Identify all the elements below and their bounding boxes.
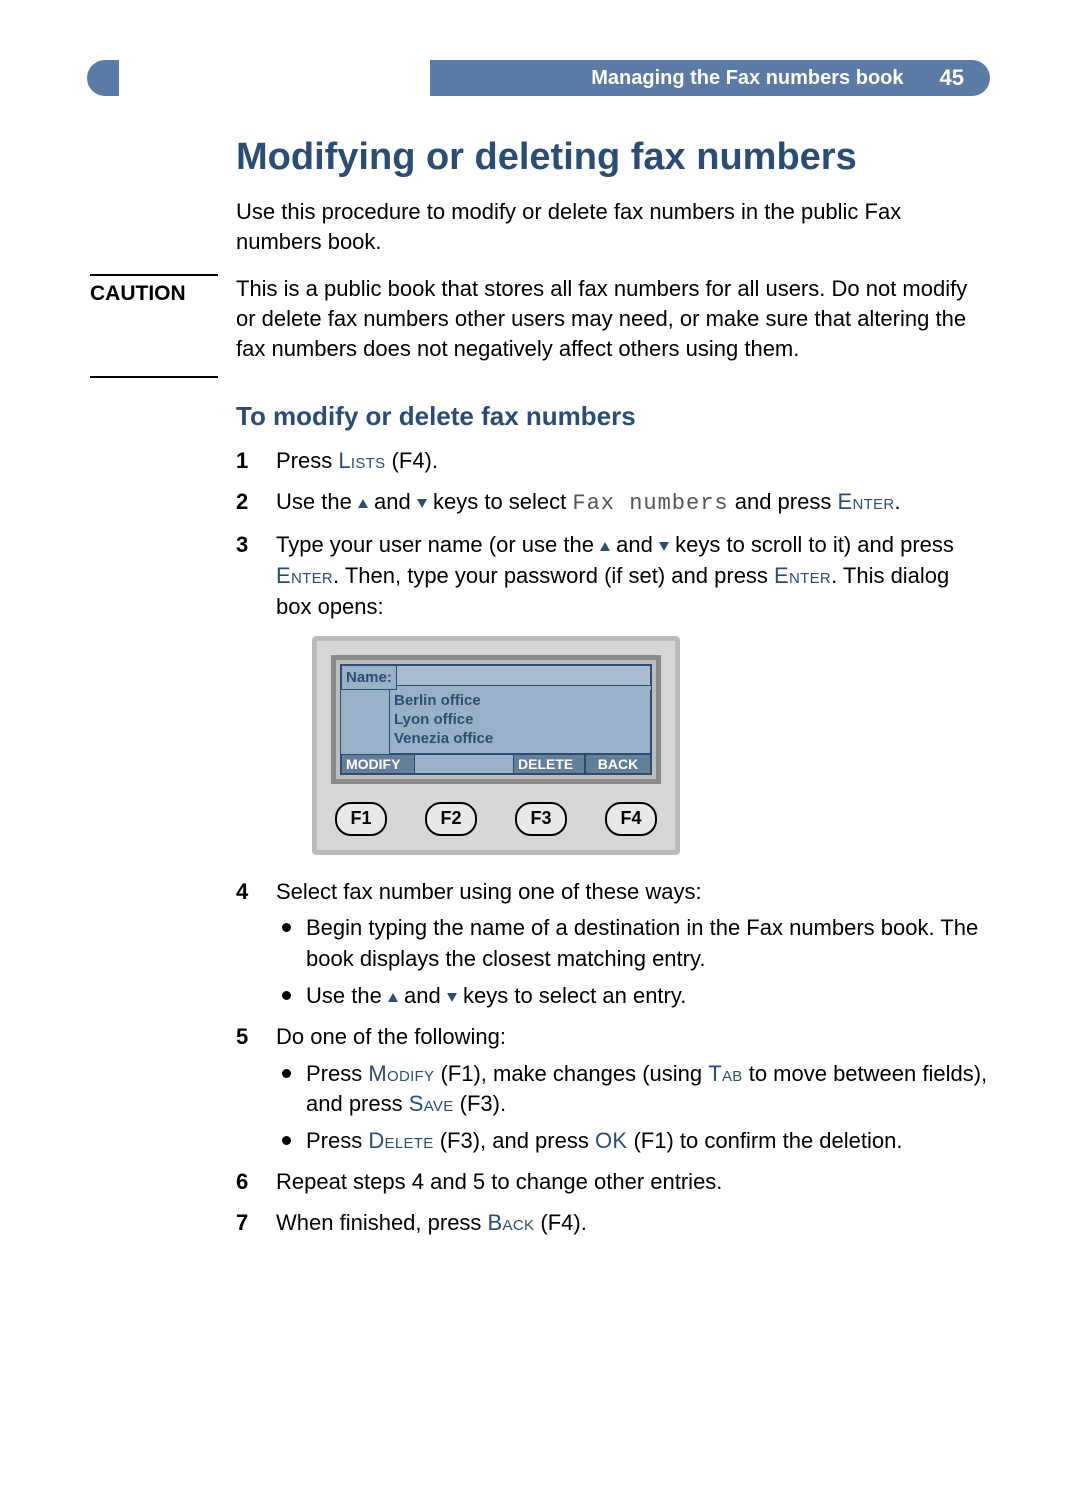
f4-button[interactable]: F4 — [605, 802, 657, 836]
key-delete: Delete — [368, 1128, 433, 1153]
step-number: 2 — [236, 487, 266, 518]
sublist-item: Begin typing the name of a destination i… — [276, 913, 990, 975]
procedure-heading: To modify or delete fax numbers — [236, 401, 990, 432]
list-item[interactable]: Lyon office — [394, 711, 646, 730]
step-number: 6 — [236, 1167, 266, 1198]
screen-bezel: Name: Berlin office Lyon office Venezia … — [331, 655, 661, 783]
f1-button[interactable]: F1 — [335, 802, 387, 836]
key-enter: Enter — [837, 489, 894, 514]
header-decor-left — [87, 60, 119, 96]
key-back: Back — [488, 1210, 535, 1235]
key-enter: Enter — [276, 563, 333, 588]
up-arrow-icon — [358, 499, 368, 508]
step-4: 4 Select fax number using one of these w… — [236, 877, 990, 1012]
softkey-back[interactable]: BACK — [585, 754, 651, 774]
content-area: Modifying or deleting fax numbers Use th… — [236, 136, 990, 1239]
step-text: Do one of the following: — [276, 1024, 506, 1049]
name-label: Name: — [341, 665, 397, 690]
page-title: Modifying or deleting fax numbers — [236, 136, 990, 179]
sublist: Press Modify (F1), make changes (using T… — [276, 1059, 990, 1157]
page: Managing the Fax numbers book 45 Modifyi… — [0, 0, 1080, 1495]
sublist-item: Press Delete (F3), and press OK (F1) to … — [276, 1126, 990, 1157]
step-6: 6 Repeat steps 4 and 5 to change other e… — [236, 1167, 990, 1198]
page-header: Managing the Fax numbers book 45 — [90, 60, 990, 96]
dialog-illustration: Name: Berlin office Lyon office Venezia … — [312, 636, 990, 854]
step-text: Select fax number using one of these way… — [276, 879, 702, 904]
device-frame: Name: Berlin office Lyon office Venezia … — [312, 636, 680, 854]
function-key-row: F1 F2 F3 F4 — [331, 802, 661, 836]
header-section-title: Managing the Fax numbers book — [591, 67, 903, 90]
name-row: Name: — [341, 665, 651, 690]
step-3: 3 Type your user name (or use the and ke… — [236, 530, 990, 855]
down-arrow-icon — [447, 993, 457, 1002]
caution-label: CAUTION — [90, 274, 218, 378]
key-lists: Lists — [338, 448, 385, 473]
up-arrow-icon — [600, 542, 610, 551]
step-list: 1 Press Lists (F4). 2 Use the and keys t… — [236, 446, 990, 1238]
step-2: 2 Use the and keys to select Fax numbers… — [236, 487, 990, 520]
header-page-number: 45 — [940, 65, 964, 91]
step-text: When finished, press Back (F4). — [276, 1210, 587, 1235]
step-number: 4 — [236, 877, 266, 908]
softkey-gap — [415, 754, 513, 774]
header-decor-right: Managing the Fax numbers book 45 — [430, 60, 990, 96]
step-1: 1 Press Lists (F4). — [236, 446, 990, 477]
step-number: 5 — [236, 1022, 266, 1053]
key-tab: Tab — [708, 1061, 742, 1086]
fax-list[interactable]: Berlin office Lyon office Venezia office — [389, 690, 651, 753]
key-enter: Enter — [774, 563, 831, 588]
sublist-item: Press Modify (F1), make changes (using T… — [276, 1059, 990, 1121]
step-text: Type your user name (or use the and keys… — [276, 532, 954, 619]
list-item[interactable]: Venezia office — [394, 730, 646, 749]
softkey-modify[interactable]: MODIFY — [341, 754, 415, 774]
screen-text-fax-numbers: Fax numbers — [572, 491, 728, 516]
softkey-row: MODIFY DELETE BACK — [341, 754, 651, 774]
down-arrow-icon — [659, 542, 669, 551]
key-ok: OK — [595, 1128, 627, 1153]
caution-block: CAUTION This is a public book that store… — [236, 274, 990, 363]
up-arrow-icon — [388, 993, 398, 1002]
step-5: 5 Do one of the following: Press Modify … — [236, 1022, 990, 1157]
step-number: 7 — [236, 1208, 266, 1239]
key-modify: Modify — [368, 1061, 434, 1086]
step-text: Use the and keys to select Fax numbers a… — [276, 489, 901, 514]
down-arrow-icon — [417, 499, 427, 508]
step-number: 1 — [236, 446, 266, 477]
f3-button[interactable]: F3 — [515, 802, 567, 836]
softkey-delete[interactable]: DELETE — [513, 754, 585, 774]
lcd-screen: Name: Berlin office Lyon office Venezia … — [340, 664, 652, 774]
list-item[interactable]: Berlin office — [394, 692, 646, 711]
step-number: 3 — [236, 530, 266, 561]
key-save: Save — [409, 1091, 454, 1116]
caution-text: This is a public book that stores all fa… — [236, 274, 990, 363]
sublist: Begin typing the name of a destination i… — [276, 913, 990, 1011]
intro-paragraph: Use this procedure to modify or delete f… — [236, 197, 990, 256]
step-7: 7 When finished, press Back (F4). — [236, 1208, 990, 1239]
name-input[interactable] — [397, 665, 651, 686]
f2-button[interactable]: F2 — [425, 802, 477, 836]
step-text: Repeat steps 4 and 5 to change other ent… — [276, 1169, 722, 1194]
sublist-item: Use the and keys to select an entry. — [276, 981, 990, 1012]
step-text: Press Lists (F4). — [276, 448, 438, 473]
